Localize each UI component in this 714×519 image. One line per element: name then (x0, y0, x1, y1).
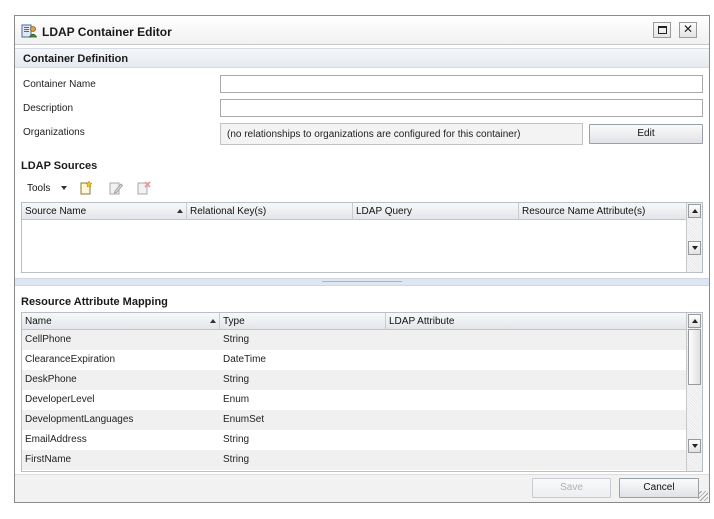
col-ldap-attribute[interactable]: LDAP Attribute (386, 313, 686, 330)
title-bar[interactable]: LDAP Container Editor ✕ (15, 16, 709, 45)
scroll-down-button[interactable] (688, 241, 701, 255)
tools-dropdown-icon[interactable] (61, 186, 67, 190)
description-label: Description (23, 103, 74, 114)
arrow-up-icon (692, 209, 698, 213)
table-row[interactable]: DevelopmentLanguages EnumSet (22, 410, 686, 430)
container-name-input[interactable] (220, 75, 703, 93)
col-source-name[interactable]: Source Name (22, 203, 187, 220)
attribute-mapping-scrollbar[interactable] (686, 313, 702, 471)
col-type[interactable]: Type (220, 313, 386, 330)
row-type: DateTime (223, 354, 266, 365)
container-editor-app-icon (21, 24, 37, 38)
scroll-up-button[interactable] (688, 204, 701, 218)
resize-grip-icon[interactable] (698, 491, 708, 501)
maximize-button[interactable] (653, 22, 671, 38)
tools-menu[interactable]: Tools (27, 183, 50, 194)
splitter-grip-icon (322, 281, 402, 283)
sort-ascending-icon (177, 209, 183, 213)
delete-source-icon[interactable] (136, 180, 152, 196)
table-row[interactable]: FirstName String (22, 450, 686, 470)
close-button[interactable]: ✕ (679, 22, 697, 38)
dialog-footer: Save Cancel (15, 474, 709, 502)
col-resource-name-attributes[interactable]: Resource Name Attribute(s) (519, 203, 686, 220)
row-type: String (223, 434, 250, 445)
organizations-label: Organizations (23, 127, 85, 138)
ldap-sources-grid: Source Name Relational Key(s) LDAP Query… (21, 202, 703, 273)
sort-ascending-icon (210, 319, 216, 323)
window-title: LDAP Container Editor (42, 25, 172, 39)
ldap-sources-toolbar: Tools (21, 177, 703, 199)
maximize-icon (658, 26, 667, 34)
save-button[interactable]: Save (532, 478, 611, 498)
cancel-button[interactable]: Cancel (619, 478, 699, 498)
container-name-label: Container Name (23, 79, 96, 90)
col-ldap-query[interactable]: LDAP Query (353, 203, 519, 220)
description-input[interactable] (220, 99, 703, 117)
table-row[interactable]: ClearanceExpiration DateTime (22, 350, 686, 370)
row-name: CellPhone (25, 334, 72, 345)
ldap-sources-scrollbar[interactable] (686, 203, 702, 272)
table-row[interactable]: EmailAddress String (22, 430, 686, 450)
ldap-sources-grid-header: Source Name Relational Key(s) LDAP Query… (22, 203, 686, 220)
scroll-thumb[interactable] (688, 329, 701, 385)
ldap-container-editor-dialog: LDAP Container Editor ✕ Container Defini… (14, 15, 710, 503)
edit-source-icon[interactable] (108, 180, 124, 196)
container-definition-heading: Container Definition (23, 53, 129, 65)
scroll-down-button[interactable] (688, 439, 701, 453)
table-row[interactable]: DeskPhone String (22, 370, 686, 390)
row-name: EmailAddress (25, 434, 87, 445)
arrow-up-icon (692, 319, 698, 323)
pane-splitter[interactable] (15, 278, 709, 286)
arrow-down-icon (692, 246, 698, 250)
row-type: Enum (223, 394, 250, 405)
scroll-up-button[interactable] (688, 314, 701, 328)
attribute-mapping-grid-header: Name Type LDAP Attribute (22, 313, 686, 330)
row-type: EnumSet (223, 414, 265, 425)
edit-organizations-button[interactable]: Edit (589, 124, 703, 144)
row-type: String (223, 334, 250, 345)
col-source-name-label: Source Name (25, 206, 87, 217)
row-name: DeveloperLevel (25, 394, 95, 405)
row-type: String (223, 374, 250, 385)
attribute-mapping-heading: Resource Attribute Mapping (21, 296, 168, 308)
row-type: String (223, 454, 250, 465)
arrow-down-icon (692, 444, 698, 448)
row-name: ClearanceExpiration (25, 354, 116, 365)
col-name[interactable]: Name (22, 313, 220, 330)
table-row[interactable]: CellPhone String (22, 330, 686, 350)
close-icon: ✕ (682, 22, 694, 36)
col-relational-keys[interactable]: Relational Key(s) (187, 203, 353, 220)
col-name-label: Name (25, 316, 52, 327)
row-name: DevelopmentLanguages (25, 414, 134, 425)
ldap-sources-heading: LDAP Sources (21, 160, 98, 172)
attribute-mapping-grid: Name Type LDAP Attribute CellPhone Strin… (21, 312, 703, 472)
row-name: FirstName (25, 454, 72, 465)
table-row[interactable]: DeveloperLevel Enum (22, 390, 686, 410)
organizations-display: (no relationships to organizations are c… (220, 123, 583, 145)
add-source-icon[interactable] (78, 180, 94, 196)
row-name: DeskPhone (25, 374, 77, 385)
